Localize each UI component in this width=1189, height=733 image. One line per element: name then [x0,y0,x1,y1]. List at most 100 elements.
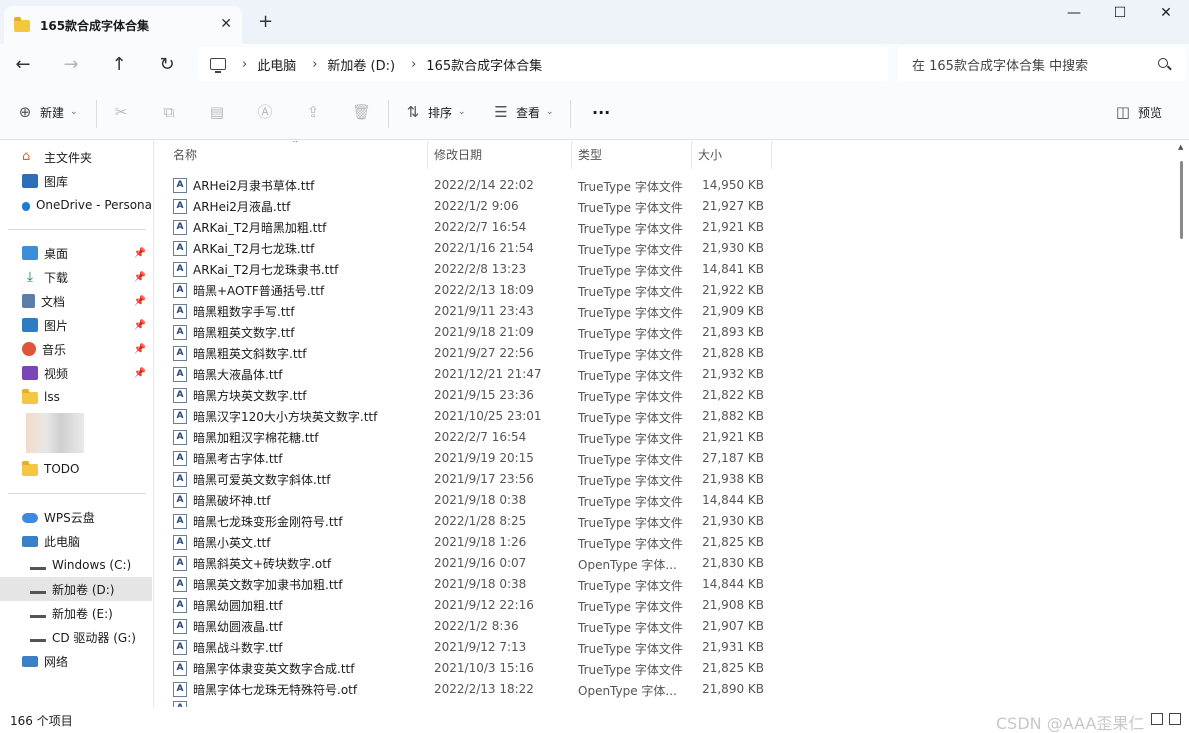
pin-icon[interactable]: 📌 [134,272,146,283]
table-row-partial[interactable]: A [155,699,775,707]
breadcrumb-this-pc[interactable]: 此电脑 [257,55,296,74]
sidebar-item-drive-c[interactable]: Windows (C:) [0,553,152,577]
pin-icon[interactable]: 📌 [134,296,146,307]
forward-button[interactable]: → [56,52,86,78]
breadcrumb-current-folder[interactable]: 165款合成字体合集 [426,55,542,74]
table-row[interactable]: A ARKai_T2月七龙珠隶书.ttf 2022/2/8 13:23 TrueTyp… [155,259,775,280]
sidebar-item-cd-drive[interactable]: CD 驱动器 (G:) [0,625,152,649]
new-button[interactable]: ⊕ 新建 ⌄ [16,103,78,121]
column-header-size[interactable]: 大小 [692,141,772,169]
maximize-button[interactable]: ☐ [1097,0,1143,28]
table-row[interactable]: A 暗黑英文数字加隶书加粗.ttf 2021/9/18 0:38 TrueType 字… [155,574,775,595]
paste-button[interactable]: ▤ [208,103,226,121]
sidebar-item-home[interactable]: ⌂ 主文件夹 [0,145,152,169]
table-row[interactable]: A 暗黑幼圆加粗.ttf 2021/9/12 22:16 TrueType 字体文件 2… [155,595,775,616]
pin-icon[interactable]: 📌 [134,344,146,355]
file-size: 27,187 KB [702,451,764,465]
new-tab-button[interactable]: + [258,11,273,32]
sidebar-item-drive-e[interactable]: 新加卷 (E:) [0,601,152,625]
file-size: 21,931 KB [702,640,764,654]
sidebar-item-videos[interactable]: 视频 📌 [0,361,152,385]
copy-button[interactable]: ⧉ [160,103,178,121]
table-row[interactable]: A 暗黑粗英文斜数字.ttf 2021/9/27 22:56 TrueType 字体文… [155,343,775,364]
table-row[interactable]: A 暗黑字体七龙珠无特殊符号.otf 2022/2/13 18:22 OpenType… [155,679,775,700]
file-size: 21,882 KB [702,409,764,423]
breadcrumb-separator-icon[interactable]: › [411,57,416,72]
pin-icon[interactable]: 📌 [134,368,146,379]
more-options-button[interactable]: ··· [586,103,610,122]
column-header-type[interactable]: 类型 [572,141,692,169]
table-row[interactable]: A 暗黑汉字120大小方块英文数字.ttf 2021/10/25 23:01 True… [155,406,775,427]
pin-icon[interactable]: 📌 [134,320,146,331]
column-header-name[interactable]: 名称 [167,141,428,169]
sidebar-item-onedrive[interactable]: OneDrive - Persona [0,193,152,217]
table-row[interactable]: A 暗黑方块英文数字.ttf 2021/9/15 23:36 TrueType 字体文… [155,385,775,406]
sidebar-item-desktop[interactable]: 桌面 📌 [0,241,152,265]
table-row[interactable]: A 暗黑斜英文+砖块数字.otf 2021/9/16 0:07 OpenType 字体… [155,553,775,574]
table-row[interactable]: A 暗黑小英文.ttf 2021/9/18 1:26 TrueType 字体文件 21,… [155,532,775,553]
table-row[interactable]: A 暗黑破坏神.ttf 2021/9/18 0:38 TrueType 字体文件 14,… [155,490,775,511]
tiles-view-icon[interactable] [1169,713,1181,725]
pin-icon[interactable]: 📌 [134,248,146,259]
file-date: 2022/1/16 21:54 [434,241,534,255]
breadcrumb-separator-icon[interactable]: › [242,57,247,72]
font-file-icon: A [173,619,187,634]
folder-icon [22,389,38,404]
up-button[interactable]: ↑ [104,52,134,78]
table-row[interactable]: A 暗黑加粗汉字棉花糖.ttf 2022/2/7 16:54 TrueType 字体文… [155,427,775,448]
table-row[interactable]: A 暗黑幼圆液晶.ttf 2022/1/2 8:36 TrueType 字体文件 21,… [155,616,775,637]
sidebar-item-music[interactable]: 音乐 📌 [0,337,152,361]
sidebar-item-todo[interactable]: TODO [0,457,152,481]
sidebar-item-this-pc[interactable]: 此电脑 [0,529,152,553]
sidebar-item-pictures[interactable]: 图片 📌 [0,313,152,337]
search-input[interactable]: 在 165款合成字体合集 中搜索 [912,55,1088,74]
sidebar-item-label: 文档 [41,294,66,309]
table-row[interactable]: A 暗黑考古字体.ttf 2021/9/19 20:15 TrueType 字体文件 2… [155,448,775,469]
table-row[interactable]: A 暗黑字体隶变英文数字合成.ttf 2021/10/3 15:16 TrueType… [155,658,775,679]
table-row[interactable]: A 暗黑大液晶体.ttf 2021/12/21 21:47 TrueType 字体文件… [155,364,775,385]
sidebar-item-drive-d[interactable]: 新加卷 (D:) [0,577,152,601]
scroll-up-icon[interactable]: ▲ [1178,143,1183,151]
table-row[interactable]: A 暗黑战斗数字.ttf 2021/9/12 7:13 TrueType 字体文件 21… [155,637,775,658]
sidebar-item-gallery[interactable]: 图库 [0,169,152,193]
breadcrumb-separator-icon[interactable]: › [312,57,317,72]
refresh-button[interactable]: ↻ [152,52,182,78]
preview-pane-button[interactable]: ◫ 预览 [1114,103,1162,121]
sidebar-item-lss[interactable]: lss [0,385,152,409]
breadcrumb-drive-d[interactable]: 新加卷 (D:) [327,55,395,74]
details-view-icon[interactable] [1151,713,1163,725]
rename-button[interactable]: Ⓐ [256,103,274,121]
file-list[interactable]: ⌃ 名称 修改日期 类型 大小 A ARHei2月隶书草体.ttf 2022/2/1… [155,141,1175,707]
minimize-button[interactable]: — [1051,0,1097,28]
table-row[interactable]: A 暗黑粗数字手写.ttf 2021/9/11 23:43 TrueType 字体文件… [155,301,775,322]
table-row[interactable]: A 暗黑粗英文数字.ttf 2021/9/18 21:09 TrueType 字体文件… [155,322,775,343]
file-name: ARKai_T2月七龙珠隶书.ttf [193,263,339,277]
sidebar-item-network[interactable]: 网络 [0,649,152,673]
view-button[interactable]: ☰ 查看 ⌄ [492,103,553,121]
sidebar-item-wps-cloud[interactable]: WPS云盘 [0,505,152,529]
table-row[interactable]: A ARHei2月隶书草体.ttf 2022/2/14 22:02 TrueType … [155,175,775,196]
back-button[interactable]: ← [8,52,38,78]
share-button[interactable]: ⇪ [304,103,322,121]
navigation-pane[interactable]: ⌂ 主文件夹 图库 OneDrive - Persona 桌面 📌 ⤓ 下载 📌… [0,141,154,707]
delete-button[interactable]: 🗑 [352,103,371,121]
tab-close-button[interactable]: ✕ [220,16,232,32]
column-header-date[interactable]: 修改日期 [428,141,572,169]
cut-button[interactable]: ✂ [112,103,130,121]
table-row[interactable]: A 暗黑七龙珠变形金刚符号.ttf 2022/1/28 8:25 TrueType 字… [155,511,775,532]
tab-current-folder[interactable]: 165款合成字体合集 ✕ [4,6,242,44]
scroll-thumb[interactable] [1180,161,1183,239]
search-box[interactable]: 在 165款合成字体合集 中搜索 [898,47,1186,81]
sidebar-item-downloads[interactable]: ⤓ 下载 📌 [0,265,152,289]
sidebar-item-documents[interactable]: 文档 📌 [0,289,152,313]
address-bar[interactable]: › 此电脑 › 新加卷 (D:) › 165款合成字体合集 [198,47,888,81]
table-row[interactable]: A ARKai_T2月七龙珠.ttf 2022/1/16 21:54 TrueType… [155,238,775,259]
table-row[interactable]: A ARKai_T2月暗黑加粗.ttf 2022/2/7 16:54 TrueType… [155,217,775,238]
close-window-button[interactable]: ✕ [1143,0,1189,28]
table-row[interactable]: A 暗黑可爱英文数字斜体.ttf 2021/9/17 23:56 TrueType 字… [155,469,775,490]
table-row[interactable]: A 暗黑+AOTF普通括号.ttf 2022/2/13 18:09 TrueType … [155,280,775,301]
sort-button[interactable]: ⇅ 排序 ⌄ [404,103,466,121]
table-row[interactable]: A ARHei2月液晶.ttf 2022/1/2 9:06 TrueType 字体文件… [155,196,775,217]
drive-icon [30,584,46,594]
vertical-scrollbar[interactable]: ▲ [1176,141,1189,707]
